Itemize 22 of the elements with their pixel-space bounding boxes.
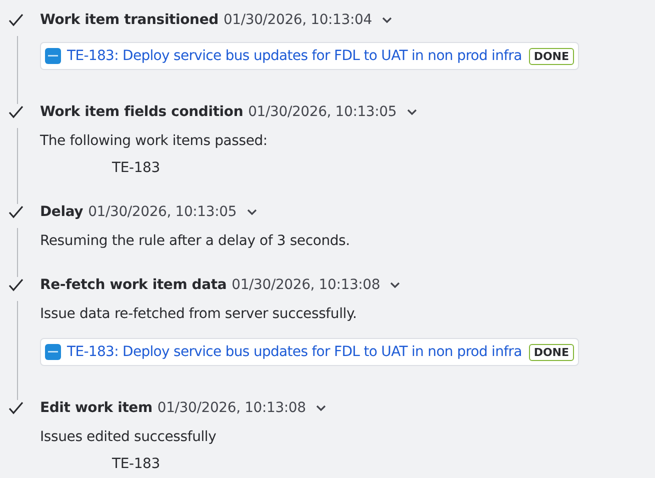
step-timestamp: 01/30/2026, 10:13:04 [223,12,372,28]
work-item-link[interactable]: TE-183: Deploy service bus updates for FDL to UAT in non prod infra [67,48,522,64]
step-timestamp: 01/30/2026, 10:13:08 [157,400,306,416]
step-timestamp: 01/30/2026, 10:13:05 [88,204,237,220]
work-item-key: TE-183 [112,160,160,176]
step-message: Issue data re-fetched from server successfully. [40,305,358,324]
step-timestamp: 01/30/2026, 10:13:05 [248,104,397,120]
work-item-icon [45,48,61,64]
step-title: Re-fetch work item data [40,277,227,293]
work-item-icon [45,344,61,360]
step-title: Work item fields condition [40,104,244,120]
work-item-link[interactable]: TE-183: Deploy service bus updates for FDL to UAT in non prod infra [67,344,522,360]
step-message: Resuming the rule after a delay of 3 seconds. [40,232,350,251]
work-item-key: TE-183 [112,456,160,472]
step-title: Work item transitioned [40,12,218,28]
step-timestamp: 01/30/2026, 10:13:08 [232,277,380,293]
step-title: Delay [40,204,84,220]
step-title: Edit work item [40,400,152,416]
status-lozenge: DONE [528,344,574,360]
step-message: The following work items passed: [40,132,268,151]
step-message: Issues edited successfully [40,428,218,447]
status-lozenge: DONE [528,48,574,64]
